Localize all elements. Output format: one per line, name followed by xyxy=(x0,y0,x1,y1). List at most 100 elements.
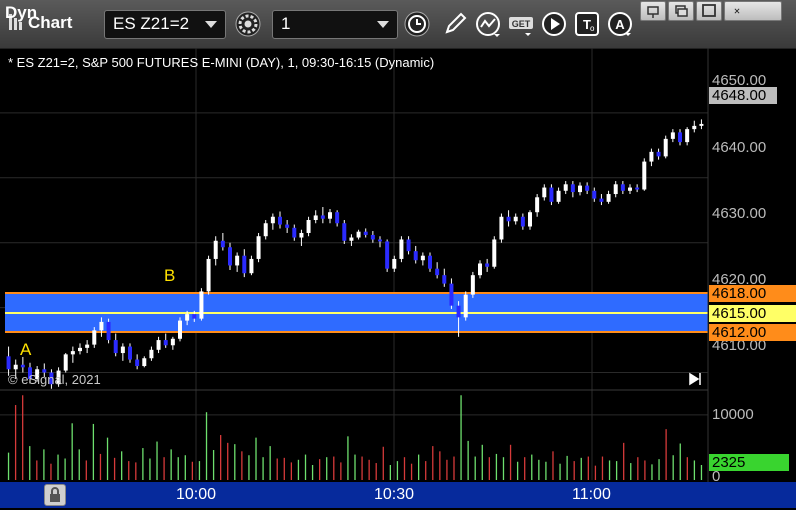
candle xyxy=(242,249,247,278)
candle xyxy=(635,184,640,193)
candle xyxy=(220,232,225,251)
gear-icon[interactable] xyxy=(234,10,262,38)
candle xyxy=(556,187,561,204)
play-icon[interactable] xyxy=(540,10,568,38)
price-tick: 4640.00 xyxy=(712,139,767,156)
candle xyxy=(578,182,582,196)
close-icon[interactable] xyxy=(724,1,782,21)
candle xyxy=(113,333,118,357)
candle xyxy=(85,340,90,354)
candle xyxy=(692,120,697,133)
candle xyxy=(63,353,68,373)
candle xyxy=(313,210,318,224)
candle xyxy=(270,213,275,230)
candle xyxy=(506,210,511,227)
volume-chart[interactable] xyxy=(0,392,796,482)
candle xyxy=(156,336,161,354)
candle xyxy=(435,262,440,279)
candle xyxy=(699,119,704,130)
scroll-to-end-icon[interactable] xyxy=(689,372,701,386)
candle xyxy=(213,236,218,266)
candle xyxy=(449,278,454,309)
candle xyxy=(563,181,568,195)
candle xyxy=(428,252,432,272)
price-tick: 4630.00 xyxy=(712,205,767,222)
candle xyxy=(306,216,311,237)
candle xyxy=(649,148,654,167)
candle xyxy=(599,194,604,206)
candle xyxy=(613,181,618,198)
lock-icon[interactable] xyxy=(44,484,66,506)
candle xyxy=(356,229,361,240)
candle xyxy=(228,242,232,270)
candle xyxy=(170,336,175,350)
candle xyxy=(413,245,418,264)
candle xyxy=(585,182,590,195)
candle xyxy=(263,220,268,240)
candle xyxy=(520,213,525,230)
dynamic-label[interactable]: Dyn xyxy=(5,3,37,23)
candle xyxy=(78,343,82,355)
symbol-dropdown[interactable]: ES Z21=2 xyxy=(104,10,226,39)
interval-value: 1 xyxy=(281,14,291,33)
candle xyxy=(642,158,647,191)
get-icon[interactable]: GET xyxy=(507,10,535,38)
candle xyxy=(485,258,490,272)
candle xyxy=(70,346,75,363)
candle xyxy=(378,236,382,248)
candle xyxy=(349,234,354,246)
candle xyxy=(135,354,140,370)
candle xyxy=(199,288,204,321)
chevron-down-icon xyxy=(205,21,217,28)
candle xyxy=(299,229,304,246)
time-tick: 10:00 xyxy=(176,486,217,503)
zone-mid-tag: 4615.00 xyxy=(709,305,796,322)
candle xyxy=(499,213,504,243)
restore-icon[interactable] xyxy=(668,1,694,21)
text-icon[interactable]: To xyxy=(573,10,601,38)
symbol-value: ES Z21=2 xyxy=(113,14,190,33)
candle xyxy=(342,220,347,245)
curve-icon[interactable] xyxy=(474,10,502,38)
maximize-icon[interactable] xyxy=(696,1,722,21)
candle xyxy=(370,231,375,243)
candle xyxy=(542,184,547,201)
candle xyxy=(399,236,404,263)
pin-icon[interactable] xyxy=(640,1,666,21)
candle xyxy=(206,255,211,295)
candle xyxy=(535,194,540,217)
svg-text:GET: GET xyxy=(512,19,531,29)
price-chart[interactable] xyxy=(0,48,796,392)
last-price-tag: 4648.00 xyxy=(709,87,777,104)
candle xyxy=(570,181,575,198)
pencil-icon[interactable] xyxy=(441,10,469,38)
candle xyxy=(106,318,111,344)
candle xyxy=(420,252,425,266)
candle xyxy=(470,271,475,298)
candle xyxy=(463,291,468,321)
candle xyxy=(235,252,240,272)
candle xyxy=(249,255,254,276)
interval-dropdown[interactable]: 1 xyxy=(272,10,398,39)
candle xyxy=(606,190,611,204)
candle xyxy=(549,184,554,206)
candle xyxy=(149,346,154,361)
candle xyxy=(178,317,182,342)
candle xyxy=(442,268,447,287)
svg-text:o: o xyxy=(590,24,595,33)
candle xyxy=(256,232,261,263)
candle xyxy=(670,129,675,143)
clock-icon[interactable] xyxy=(403,10,431,38)
candle xyxy=(292,224,297,241)
candle xyxy=(335,210,340,227)
candle xyxy=(678,129,682,146)
alert-icon[interactable]: A xyxy=(606,10,634,38)
annotation-b: B xyxy=(164,266,176,285)
candle xyxy=(142,356,147,368)
candle xyxy=(628,184,632,195)
candle xyxy=(363,228,368,238)
candle xyxy=(328,208,332,224)
candle xyxy=(528,210,532,230)
candle xyxy=(492,236,497,269)
chevron-down-icon xyxy=(377,21,389,28)
